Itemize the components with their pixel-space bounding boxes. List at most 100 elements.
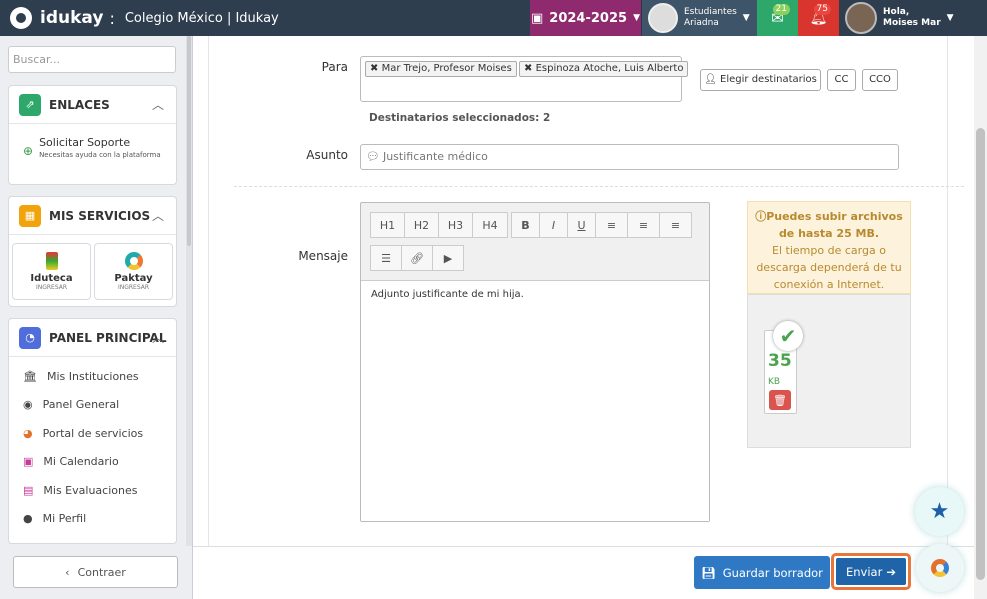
save-draft-button[interactable]: 💾︎ Guardar borrador (694, 556, 830, 589)
arrow-right-icon: ➔ (886, 564, 896, 579)
user-icon: 👤︎ (704, 74, 721, 85)
messages-button[interactable]: ✉ 21 (757, 0, 798, 36)
link-button[interactable]: 🔗︎ (401, 245, 433, 271)
editor-toolbar-row-1: H1 H2 H3 H4 B I U ≡ ≡ ≡ (370, 212, 692, 238)
user-icon: ● (23, 512, 33, 526)
file-dropzone[interactable]: 35 KB ✔ 🗑︎ (747, 294, 911, 448)
remove-icon[interactable]: ✖ (524, 63, 536, 74)
service-iduteca[interactable]: Iduteca INGRESAR (12, 243, 91, 300)
sidebar-item-services-portal[interactable]: ◕ Portal de servicios (9, 419, 176, 448)
messages-badge: 21 (772, 4, 790, 15)
notifications-badge: 75 (813, 4, 831, 15)
video-button[interactable]: ▶ (432, 245, 464, 271)
align-center-button[interactable]: ≡ (627, 212, 660, 238)
file-size-unit: KB (768, 377, 781, 387)
main-panel-header[interactable]: ◔ PANEL PRINCIPAL ︿ (9, 319, 176, 357)
delete-file-button[interactable]: 🗑︎ (769, 390, 791, 410)
user-menu[interactable]: Hola, Moises Mar ▼ (839, 0, 987, 36)
upload-info-title-2: de hasta 25 MB. (778, 227, 880, 240)
heading-3-button[interactable]: H3 (438, 212, 473, 238)
cc-button[interactable]: CC (827, 69, 856, 91)
upload-info-line: El tiempo de carga o (772, 244, 886, 257)
upload-success-icon: ✔ (773, 321, 803, 351)
sidebar-item-general-panel[interactable]: ◉ Panel General (9, 391, 176, 420)
recipient-name: Mar Trejo, Profesor Moises (381, 63, 512, 74)
brand-separator: : (109, 8, 115, 28)
choose-recipients-button[interactable]: 👤︎ Elegir destinatarios (700, 69, 821, 91)
calendar-check-icon: ▣ (531, 10, 544, 26)
italic-button[interactable]: I (539, 212, 568, 238)
align-right-button[interactable]: ≡ (659, 212, 692, 238)
sidebar-item-institutions[interactable]: 🏛︎ Mis Instituciones (9, 362, 176, 391)
recipient-name: Espinoza Atoche, Luis Alberto (535, 63, 684, 74)
chevron-up-icon: ︿ (151, 98, 164, 112)
chevron-left-icon: ‹ (65, 565, 70, 579)
services-header[interactable]: ▦ MIS SERVICIOS ︿ (9, 197, 176, 235)
main-panel-title: PANEL PRINCIPAL (49, 330, 167, 345)
dashboard-icon: ◉ (23, 398, 33, 412)
section-divider (234, 186, 964, 187)
notifications-button[interactable]: 🔔︎ 75 (798, 0, 839, 36)
underline-button[interactable]: U (567, 212, 596, 238)
subject-label: Asunto (306, 148, 348, 162)
assistant-button[interactable] (916, 544, 964, 592)
grid-icon: ▦ (19, 204, 41, 227)
message-body[interactable]: Adjunto justificante de mi hija. (361, 280, 709, 521)
heading-1-button[interactable]: H1 (370, 212, 405, 238)
paktay-logo-icon (124, 252, 143, 270)
floppy-disk-icon: 💾︎ (701, 565, 716, 580)
sidebar-search-input[interactable]: Buscar... (8, 46, 176, 73)
school-year-selector[interactable]: ▣ 2024-2025 ▼ (530, 0, 641, 36)
services-card: ▦ MIS SERVICIOS ︿ Iduteca INGRESAR Pakta… (8, 196, 177, 307)
services-portal-icon: ◕ (23, 426, 33, 440)
brand-name: idukay (40, 8, 104, 28)
send-button[interactable]: Enviar ➔ (831, 553, 911, 590)
service-paktay[interactable]: Paktay INGRESAR (94, 243, 173, 300)
sidebar-item-evaluations[interactable]: ▤ Mis Evaluaciones (9, 476, 176, 505)
sidebar-item-label: Panel General (42, 398, 120, 412)
sidebar-item-label: Portal de servicios (42, 426, 144, 440)
sidebar-scrollbar-thumb[interactable] (187, 36, 191, 246)
chevron-down-icon: ▼ (946, 13, 954, 23)
support-link[interactable]: ⊕ Solicitar Soporte Necesitas ayuda con … (9, 124, 176, 159)
recipient-tag[interactable]: ✖ Mar Trejo, Profesor Moises (365, 61, 517, 77)
collapse-sidebar-button[interactable]: ‹ Contraer (13, 556, 178, 588)
links-header[interactable]: ⇗ ENLACES ︿ (9, 86, 176, 124)
idukay-logo-icon (10, 7, 32, 29)
recipient-tag[interactable]: ✖ Espinoza Atoche, Luis Alberto (519, 61, 689, 77)
sidebar-item-label: Mis Instituciones (46, 369, 139, 383)
main-scrollbar-thumb[interactable] (976, 128, 985, 580)
remove-icon[interactable]: ✖ (370, 63, 382, 74)
greeting: Hola, (883, 7, 910, 17)
support-description: Necesitas ayuda con la plataforma (39, 151, 161, 159)
school-year-label: 2024-2025 (549, 10, 628, 26)
bold-button[interactable]: B (511, 212, 540, 238)
file-size: 35 (768, 351, 792, 371)
chevron-down-icon: ▼ (633, 13, 640, 23)
external-link-icon: ⇗ (19, 93, 41, 116)
bcc-button[interactable]: CCO (862, 69, 898, 91)
brand-logo[interactable]: idukay : Colegio México | Idukay (0, 7, 279, 29)
sidebar: Buscar... ⇗ ENLACES ︿ ⊕ Solicitar Soport… (0, 36, 193, 599)
favorites-button[interactable]: ★ (915, 487, 964, 536)
iduteca-logo-icon (45, 252, 58, 270)
subject-value: Justificante médico (382, 150, 488, 163)
heading-2-button[interactable]: H2 (404, 212, 439, 238)
user-avatar (845, 2, 877, 34)
align-left-button[interactable]: ≡ (595, 212, 628, 238)
star-icon: ★ (929, 499, 950, 524)
trash-icon: 🗑︎ (773, 393, 787, 407)
subject-input[interactable]: 💬︎ Justificante médico (360, 144, 899, 170)
idukay-assistant-icon (931, 559, 949, 577)
student-selector[interactable]: Estudiantes Ariadna ▼ (641, 0, 757, 36)
main-content: Para ✖ Mar Trejo, Profesor Moises ✖ Espi… (193, 36, 987, 599)
recipients-field[interactable]: ✖ Mar Trejo, Profesor Moises ✖ Espinoza … (360, 56, 689, 102)
student-name: Ariadna (684, 18, 719, 28)
calendar-icon: ▣ (23, 455, 34, 469)
bullet-list-button[interactable]: ☰ (370, 245, 402, 271)
sidebar-item-profile[interactable]: ● Mi Perfil (9, 505, 176, 534)
upload-info-line: descarga dependerá de tu (756, 261, 902, 274)
choose-recipients-label: Elegir destinatarios (720, 74, 817, 85)
heading-4-button[interactable]: H4 (472, 212, 508, 238)
sidebar-item-calendar[interactable]: ▣ Mi Calendario (9, 448, 176, 477)
